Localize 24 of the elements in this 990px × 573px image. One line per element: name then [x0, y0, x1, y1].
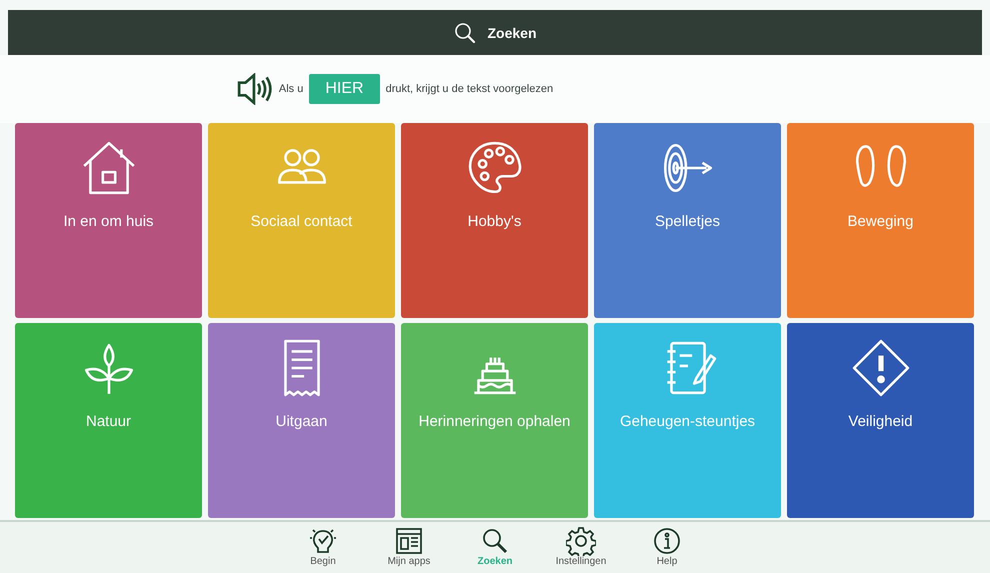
- category-tile[interactable]: In en om huis: [15, 123, 202, 318]
- category-tile[interactable]: Veiligheid: [787, 323, 974, 518]
- nav-tab[interactable]: Instellingen: [548, 522, 614, 573]
- category-tile[interactable]: Uitgaan: [208, 323, 395, 518]
- category-tile[interactable]: Beweging: [787, 123, 974, 318]
- window-icon: [394, 526, 424, 556]
- category-tile[interactable]: Hobby's: [401, 123, 588, 318]
- category-tile[interactable]: Spelletjes: [594, 123, 781, 318]
- nav-tab[interactable]: Zoeken: [462, 522, 528, 573]
- category-tile[interactable]: Geheugen-steuntjes: [594, 323, 781, 518]
- search-icon: [480, 526, 510, 556]
- settings-icon: [566, 526, 596, 556]
- read-aloud-text: Als u: [278, 83, 304, 95]
- read-aloud-button[interactable]: HIER: [309, 74, 380, 104]
- nav-tab[interactable]: Begin: [290, 522, 356, 573]
- speaker-icon[interactable]: [236, 73, 273, 105]
- nav-tab[interactable]: Help: [634, 522, 700, 573]
- header-title: Zoeken: [487, 24, 536, 40]
- category-tile[interactable]: Herinneringen ophalen: [401, 323, 588, 518]
- search-icon: [453, 20, 478, 44]
- nav-tab[interactable]: Mijn apps: [376, 522, 442, 573]
- category-tile[interactable]: Natuur: [15, 323, 202, 518]
- read-aloud-text: drukt, krijgt u de tekst voorgelezen: [386, 83, 554, 95]
- info-icon: [652, 526, 682, 556]
